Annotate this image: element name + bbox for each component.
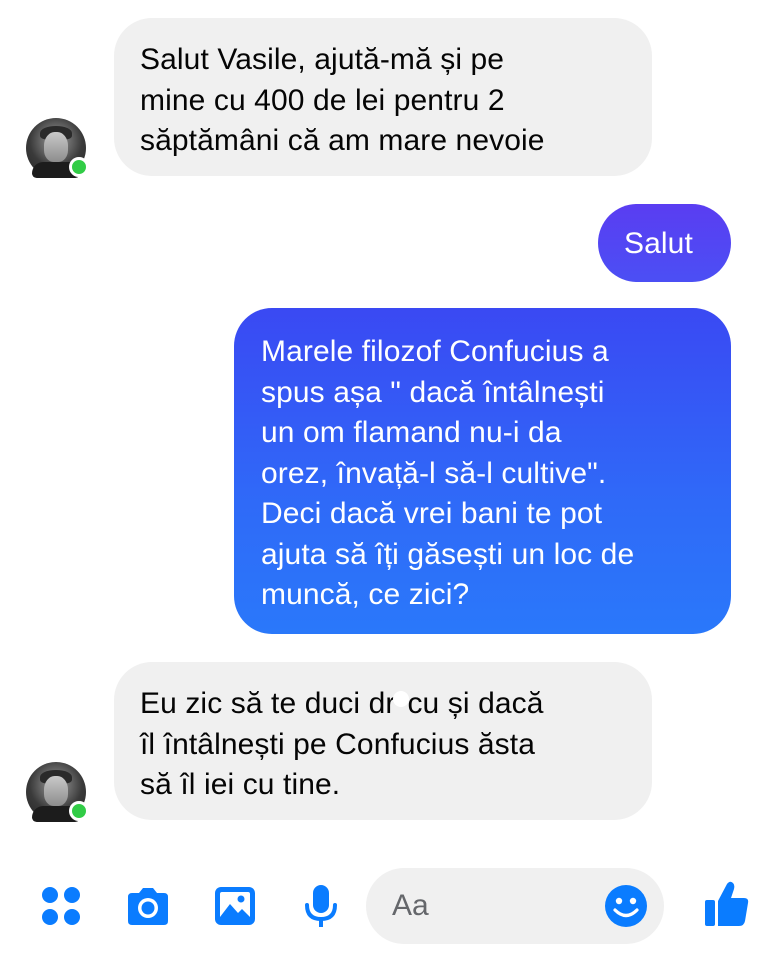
message-line: îl întâlnești pe Confucius ăsta (140, 727, 535, 761)
message-line: ajuta să îți găsești un loc de (261, 537, 635, 571)
message-line: muncă, ce zici? (261, 578, 470, 611)
online-status-dot (69, 157, 89, 177)
emoji-icon[interactable] (604, 884, 648, 928)
contact-avatar[interactable] (26, 762, 89, 822)
message-line: săptămâni că am mare nevoie (140, 124, 545, 157)
online-status-dot (69, 801, 89, 821)
message-input[interactable]: Aa (366, 868, 664, 944)
avatar-face (44, 132, 68, 162)
camera-icon[interactable] (124, 885, 172, 927)
message-input-placeholder: Aa (392, 889, 429, 922)
message-line: Salut (624, 227, 693, 260)
microphone-icon[interactable] (303, 883, 339, 929)
message-line: Salut Vasile, ajută-mă și pe (140, 43, 505, 76)
message-line: să îl iei cu tine. (140, 768, 341, 801)
apps-icon[interactable] (40, 885, 82, 927)
message-line: un om flamand nu-i da (261, 416, 562, 449)
incoming-message-bubble[interactable]: Eu zic să te duci dr cu și dacă îl întâln… (114, 662, 652, 820)
message-fragment: Eu zic să te duci dr (140, 687, 396, 720)
outgoing-message-bubble[interactable]: Marele filozof Confucius a spus așa " da… (234, 308, 731, 634)
outgoing-message-bubble[interactable]: Salut (598, 204, 731, 282)
thumbs-up-icon[interactable] (703, 880, 751, 928)
message-line: orez, învață-l să-l cultive". (261, 456, 607, 490)
message-line: Deci dacă vrei bani te pot (261, 497, 603, 530)
message-fragment: cu și dacă (407, 687, 544, 720)
gallery-icon[interactable] (213, 884, 257, 928)
avatar-face (44, 776, 68, 806)
message-line: spus așa " dacă întâlnești (261, 375, 605, 409)
contact-avatar[interactable] (26, 118, 89, 178)
message-line: mine cu 400 de lei pentru 2 (140, 83, 505, 117)
incoming-message-bubble[interactable]: Salut Vasile, ajută-mă și pe mine cu 400… (114, 18, 652, 176)
message-line: Eu zic să te duci dr cu și dacă (140, 684, 626, 725)
message-line: Marele filozof Confucius a (261, 335, 609, 368)
